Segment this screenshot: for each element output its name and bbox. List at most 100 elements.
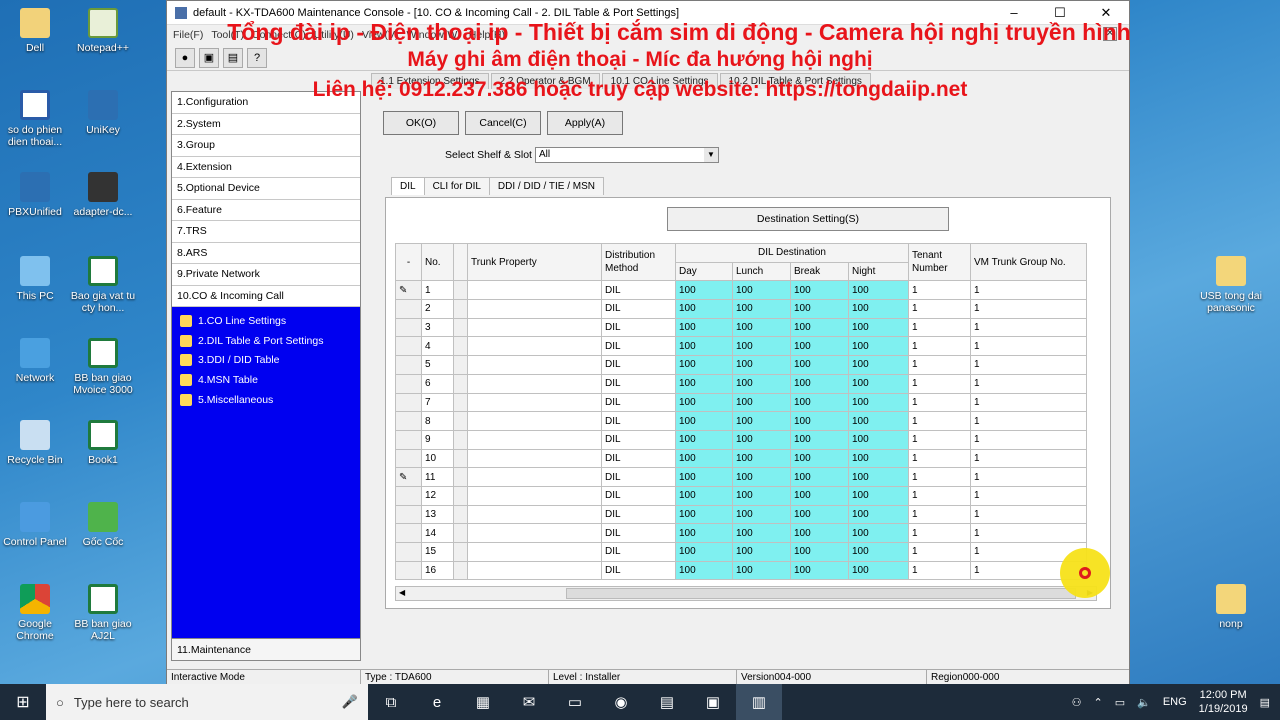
cell-trunk-property[interactable] [467,411,602,431]
cell-break[interactable]: 100 [790,504,849,525]
cell-break[interactable]: 100 [790,560,849,581]
tree-item[interactable]: 2.System [172,113,360,135]
sub-tab[interactable]: DDI / DID / TIE / MSN [488,177,604,195]
cell-distribution[interactable]: DIL [601,560,676,581]
tree-item-maintenance[interactable]: 11.Maintenance [172,638,360,660]
cell-distribution[interactable]: DIL [601,485,676,506]
desktop-icon[interactable]: Recycle Bin [0,420,70,466]
cell-day[interactable]: 100 [675,373,733,394]
desktop-icon[interactable]: Network [0,338,70,384]
cell-night[interactable]: 100 [848,523,909,543]
cell-vm-trunk[interactable]: 1 [970,373,1087,394]
cell-day[interactable]: 100 [675,467,733,487]
cell-trunk-property[interactable] [467,336,602,357]
file-explorer-icon[interactable]: ▭ [552,684,598,720]
cell-day[interactable]: 100 [675,355,733,375]
cell-break[interactable]: 100 [790,317,849,338]
desktop-icon[interactable]: PBXUnified [0,172,70,218]
cell-lunch[interactable]: 100 [732,355,791,375]
tree-item[interactable]: 7.TRS [172,221,360,243]
cell-break[interactable]: 100 [790,355,849,375]
cell-lunch[interactable]: 100 [732,411,791,431]
cell-day[interactable]: 100 [675,280,733,301]
cell-day[interactable]: 100 [675,448,733,469]
language-indicator[interactable]: ENG [1163,696,1187,708]
cell-break[interactable]: 100 [790,299,849,319]
table-row[interactable]: 14 DIL 100 100 100 100 1 1 [395,523,1087,543]
cell-tenant[interactable]: 1 [908,299,971,319]
cell-lunch[interactable]: 100 [732,392,791,413]
cell-trunk-property[interactable] [467,504,602,525]
table-row[interactable]: 6 DIL 100 100 100 100 1 1 [395,373,1087,394]
cell-day[interactable]: 100 [675,429,733,450]
table-row[interactable]: 15 DIL 100 100 100 100 1 1 [395,542,1087,562]
cell-day[interactable]: 100 [675,485,733,506]
cell-vm-trunk[interactable]: 1 [970,317,1087,338]
cell-tenant[interactable]: 1 [908,392,971,413]
console-taskbar-icon[interactable]: ▥ [736,684,782,720]
clock[interactable]: 12:00 PM 1/19/2019 [1199,688,1248,716]
cell-tenant[interactable]: 1 [908,504,971,525]
cell-trunk-property[interactable] [467,485,602,506]
desktop-icon[interactable]: Book1 [68,420,138,466]
cell-tenant[interactable]: 1 [908,355,971,375]
cell-trunk-property[interactable] [467,523,602,543]
cell-lunch[interactable]: 100 [732,448,791,469]
tray-chevron-icon[interactable]: ⌃ [1093,696,1102,709]
cell-tenant[interactable]: 1 [908,317,971,338]
desktop-icon[interactable]: BB ban giao AJ2L [68,584,138,642]
volume-icon[interactable]: 🔈 [1137,696,1151,709]
cell-break[interactable]: 100 [790,485,849,506]
horizontal-scrollbar[interactable]: ◀ ▶ [395,586,1097,601]
cell-break[interactable]: 100 [790,373,849,394]
cell-night[interactable]: 100 [848,392,909,413]
cell-break[interactable]: 100 [790,542,849,562]
cell-tenant[interactable]: 1 [908,280,971,301]
cell-tenant[interactable]: 1 [908,336,971,357]
cell-day[interactable]: 100 [675,317,733,338]
cell-night[interactable]: 100 [848,467,909,487]
apply-button[interactable]: Apply(A) [547,111,623,135]
cell-lunch[interactable]: 100 [732,336,791,357]
cell-day[interactable]: 100 [675,560,733,581]
cell-day[interactable]: 100 [675,523,733,543]
cell-distribution[interactable]: DIL [601,504,676,525]
cell-tenant[interactable]: 1 [908,485,971,506]
cell-distribution[interactable]: DIL [601,317,676,338]
desktop-icon[interactable]: Bao gia vat tu cty hon... [68,256,138,314]
cell-vm-trunk[interactable]: 1 [970,504,1087,525]
table-row[interactable]: 12 DIL 100 100 100 100 1 1 [395,485,1087,506]
cell-day[interactable]: 100 [675,392,733,413]
tree-subitem[interactable]: 5.Miscellaneous [172,390,360,410]
table-row[interactable]: 13 DIL 100 100 100 100 1 1 [395,504,1087,525]
cell-day[interactable]: 100 [675,411,733,431]
cell-vm-trunk[interactable]: 1 [970,429,1087,450]
cell-day[interactable]: 100 [675,299,733,319]
cell-day[interactable]: 100 [675,504,733,525]
scroll-left-icon[interactable]: ◀ [399,588,405,597]
desktop-icon[interactable]: Google Chrome [0,584,70,642]
cell-lunch[interactable]: 100 [732,373,791,394]
cell-trunk-property[interactable] [467,317,602,338]
cell-trunk-property[interactable] [467,542,602,562]
cell-distribution[interactable]: DIL [601,373,676,394]
cell-night[interactable]: 100 [848,429,909,450]
cell-distribution[interactable]: DIL [601,523,676,543]
tree-subitem[interactable]: 3.DDI / DID Table [172,350,360,370]
cell-tenant[interactable]: 1 [908,448,971,469]
cell-vm-trunk[interactable]: 1 [970,355,1087,375]
cell-distribution[interactable]: DIL [601,542,676,562]
table-row[interactable]: 5 DIL 100 100 100 100 1 1 [395,355,1087,375]
table-row[interactable]: 10 DIL 100 100 100 100 1 1 [395,448,1087,469]
store-icon[interactable]: ▦ [460,684,506,720]
cell-lunch[interactable]: 100 [732,280,791,301]
sub-tab[interactable]: DIL [391,177,425,195]
scroll-thumb[interactable] [566,588,1076,599]
shelf-slot-select[interactable]: All ▼ [535,147,719,163]
tree-item[interactable]: 9.Private Network [172,264,360,286]
cell-distribution[interactable]: DIL [601,299,676,319]
cell-night[interactable]: 100 [848,448,909,469]
cell-distribution[interactable]: DIL [601,411,676,431]
cell-tenant[interactable]: 1 [908,542,971,562]
desktop-icon[interactable]: adapter-dc... [68,172,138,218]
